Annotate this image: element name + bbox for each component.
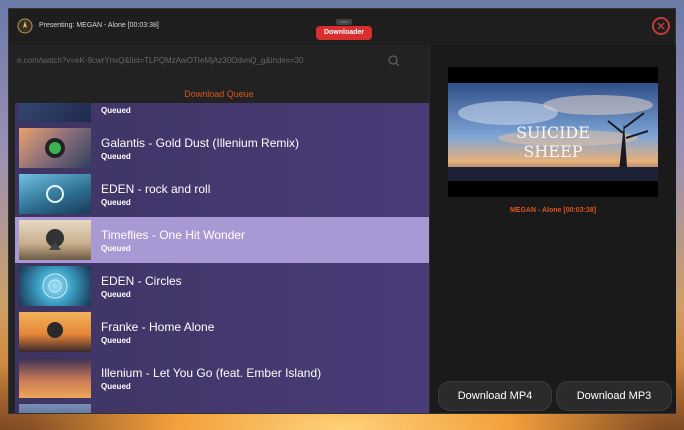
status-text: Queued xyxy=(101,382,131,391)
queue-pane: e.com/watch?v=eK-9cwrYnvQ&list=TLPQMzAwO… xyxy=(9,45,429,413)
thumbnail xyxy=(19,103,91,122)
close-icon xyxy=(657,22,665,30)
album-art: SUICIDE SHEEP xyxy=(448,83,658,181)
song-title: Illenium - Let You Go (feat. Ember Islan… xyxy=(101,366,322,380)
video-preview[interactable]: SUICIDE SHEEP xyxy=(448,67,658,197)
list-item[interactable] xyxy=(15,401,429,413)
status-text: Queued xyxy=(101,106,131,115)
status-text: Queued xyxy=(101,198,131,207)
list-item[interactable]: EDEN - rock and roll Queued xyxy=(15,171,429,218)
thumbnail xyxy=(19,312,91,352)
app-logo-icon xyxy=(17,17,33,35)
list-item[interactable]: Galantis - Gold Dust (Illenium Remix) Qu… xyxy=(15,125,429,172)
download-mp3-button[interactable]: Download MP3 xyxy=(556,381,672,411)
search-icon xyxy=(388,55,400,67)
app-window: Presenting: MEGAN - Alone [00:03:38] Dow… xyxy=(8,8,676,414)
thumbnail xyxy=(19,358,91,398)
thumbnail xyxy=(19,128,91,168)
status-text: Queued xyxy=(101,336,131,345)
title-bar: Presenting: MEGAN - Alone [00:03:38] Dow… xyxy=(9,9,675,45)
list-item[interactable]: Illenium - Let You Go (feat. Ember Islan… xyxy=(15,355,429,402)
downloader-badge[interactable]: Downloader xyxy=(316,26,372,40)
download-mp4-button[interactable]: Download MP4 xyxy=(438,381,552,411)
svg-text:SHEEP: SHEEP xyxy=(523,142,582,161)
list-item[interactable]: Franke - Home Alone Queued xyxy=(15,309,429,356)
player-pane: SUICIDE SHEEP MEGAN - Alone [00:03:38] D… xyxy=(429,45,676,413)
status-text: Queued xyxy=(101,152,131,161)
song-title: Franke - Home Alone xyxy=(101,320,215,334)
song-title: Galantis - Gold Dust (Illenium Remix) xyxy=(101,136,300,150)
list-item-selected[interactable]: Timeflies - One Hit Wonder Queued xyxy=(15,217,429,264)
song-title: EDEN - Circles xyxy=(101,274,182,288)
thumbnail xyxy=(19,174,91,214)
list-item[interactable]: Queued xyxy=(15,103,429,126)
close-button[interactable] xyxy=(652,17,670,35)
thumbnail xyxy=(19,220,91,260)
download-queue-list[interactable]: Queued Galantis - Gold Dust (Illenium Re… xyxy=(15,103,429,413)
download-queue-title: Download Queue xyxy=(184,89,254,99)
status-text: Queued xyxy=(101,290,131,299)
url-input[interactable]: e.com/watch?v=eK-9cwrYnvQ&list=TLPQMzAwO… xyxy=(17,56,377,65)
thumbnail xyxy=(19,266,91,306)
song-title: EDEN - rock and roll xyxy=(101,182,211,196)
song-title: Timeflies - One Hit Wonder xyxy=(101,228,246,242)
svg-text:SUICIDE: SUICIDE xyxy=(516,123,590,142)
drag-handle-icon[interactable] xyxy=(335,13,353,25)
list-item[interactable]: EDEN - Circles Queued xyxy=(15,263,429,310)
status-text: Queued xyxy=(101,244,131,253)
url-input-box[interactable]: e.com/watch?v=eK-9cwrYnvQ&list=TLPQMzAwO… xyxy=(17,51,405,73)
now-playing-label: MEGAN - Alone [00:03:38] xyxy=(509,207,597,214)
thumbnail xyxy=(19,404,91,413)
search-button[interactable] xyxy=(383,52,405,70)
window-title: Presenting: MEGAN - Alone [00:03:38] xyxy=(39,22,159,29)
